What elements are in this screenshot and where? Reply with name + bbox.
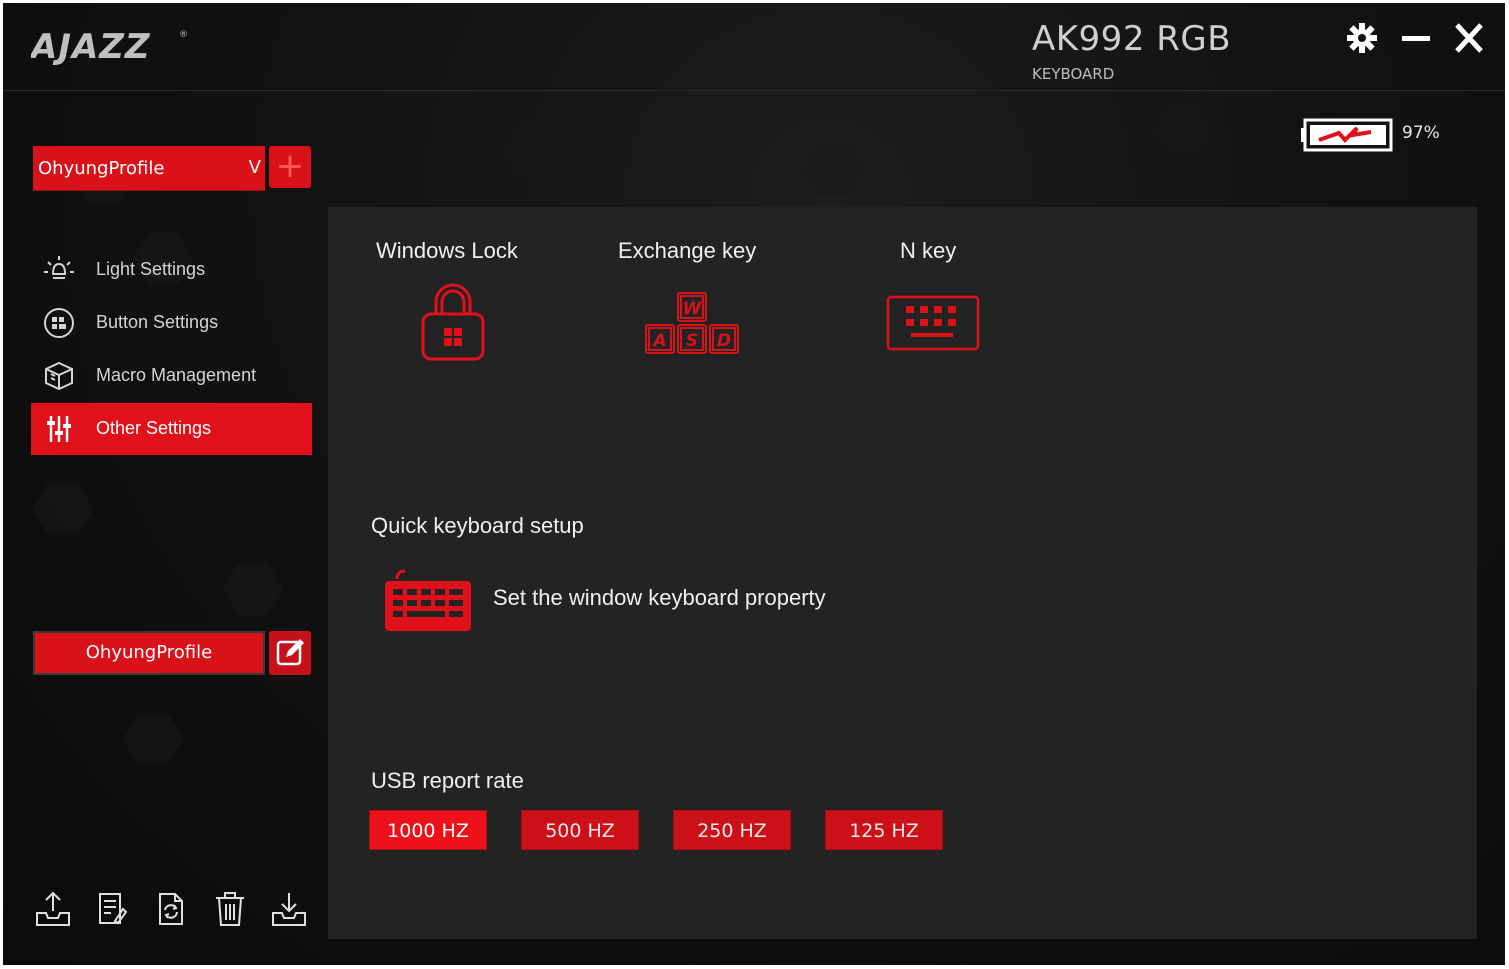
- key-a: A: [651, 331, 666, 351]
- import-button[interactable]: [270, 889, 308, 929]
- refresh-file-icon: [159, 893, 183, 925]
- sidebar-item-label: Light Settings: [96, 259, 206, 279]
- hex-decoration: [503, 123, 563, 175]
- cube-icon: [45, 361, 73, 391]
- exchange-key-label: Exchange key: [618, 238, 757, 263]
- button-grid-icon: [44, 308, 74, 338]
- usb-rate-500-button[interactable]: 500 HZ: [521, 810, 639, 850]
- profile-dropdown[interactable]: OhyungProfile V: [33, 146, 265, 191]
- hex-decoration: [1153, 103, 1213, 155]
- trash-icon: [216, 892, 244, 926]
- sidebar-item-light-settings[interactable]: Light Settings: [31, 244, 312, 296]
- delete-button[interactable]: [211, 889, 249, 929]
- settings-button[interactable]: [1345, 21, 1379, 55]
- add-profile-button[interactable]: +: [269, 146, 311, 188]
- close-button[interactable]: [1452, 21, 1486, 55]
- battery-percent: 97%: [1402, 123, 1440, 143]
- sidebar-item-label: Button Settings: [96, 312, 219, 332]
- battery-indicator: [1301, 116, 1397, 158]
- light-bulb-icon: [44, 256, 74, 279]
- hex-decoration: [123, 713, 183, 765]
- usb-rate-125-button[interactable]: 125 HZ: [825, 810, 943, 850]
- other-settings-panel: Windows Lock Exchange key N key W A S D …: [328, 207, 1477, 939]
- n-key-toggle[interactable]: [886, 295, 980, 355]
- export-button[interactable]: [34, 889, 72, 929]
- chevron-down-icon: V: [248, 157, 261, 178]
- sidebar-item-other-settings[interactable]: Other Settings: [31, 403, 312, 455]
- wasd-icon: W A S D: [645, 292, 739, 354]
- quick-setup-keyboard-button[interactable]: [383, 569, 473, 637]
- usb-rate-1000-button[interactable]: 1000 HZ: [369, 810, 487, 850]
- svg-text:®: ®: [179, 30, 188, 40]
- keyboard-icon: [886, 295, 980, 351]
- device-type: KEYBOARD: [1032, 65, 1115, 83]
- hex-decoration: [223, 563, 283, 615]
- sidebar-item-label: Other Settings: [96, 418, 212, 438]
- edit-icon: [276, 639, 304, 666]
- minimize-icon: [1402, 36, 1430, 41]
- title-bar: AJAZZ ® AK992 RGB KEYBOARD: [3, 3, 1505, 91]
- notes-button[interactable]: [93, 889, 131, 929]
- usb-report-rate-title: USB report rate: [371, 768, 524, 793]
- sidebar-item-label: Macro Management: [96, 365, 257, 385]
- export-icon: [36, 891, 70, 926]
- ajazz-logo: AJAZZ ®: [28, 25, 196, 69]
- current-profile-button[interactable]: OhyungProfile: [33, 631, 265, 675]
- sliders-icon: [47, 416, 71, 442]
- keyboard-plug-icon: [385, 569, 471, 631]
- quick-setup-title: Quick keyboard setup: [371, 513, 584, 538]
- profile-dropdown-value: OhyungProfile: [38, 158, 165, 179]
- windows-lock-toggle[interactable]: [418, 280, 488, 366]
- key-w: W: [683, 299, 703, 319]
- usb-rate-250-button[interactable]: 250 HZ: [673, 810, 791, 850]
- hex-decoration: [803, 143, 863, 195]
- close-icon: [1455, 23, 1483, 53]
- minimize-button[interactable]: [1399, 21, 1433, 55]
- sidebar-item-button-settings[interactable]: Button Settings: [31, 297, 312, 349]
- refresh-file-button[interactable]: [152, 889, 190, 929]
- sidebar-item-macro-management[interactable]: Macro Management: [31, 350, 312, 402]
- n-key-label: N key: [900, 238, 957, 263]
- edit-profile-button[interactable]: [269, 631, 311, 675]
- windows-lock-label: Windows Lock: [376, 238, 518, 263]
- import-icon: [272, 893, 306, 926]
- device-name: AK992 RGB: [1032, 19, 1232, 59]
- quick-setup-description[interactable]: Set the window keyboard property: [493, 585, 826, 611]
- exchange-key-toggle[interactable]: W A S D: [643, 291, 743, 361]
- app-window: AJAZZ ® AK992 RGB KEYBOARD 97% OhyungPro…: [3, 3, 1505, 965]
- notes-icon: [99, 893, 128, 925]
- svg-text:AJAZZ: AJAZZ: [31, 27, 151, 65]
- key-s: S: [686, 331, 698, 351]
- hex-decoration: [33, 483, 93, 535]
- battery-icon: [1301, 118, 1393, 152]
- key-d: D: [717, 331, 731, 351]
- windows-lock-icon: [421, 283, 485, 361]
- gear-icon: [1347, 23, 1377, 53]
